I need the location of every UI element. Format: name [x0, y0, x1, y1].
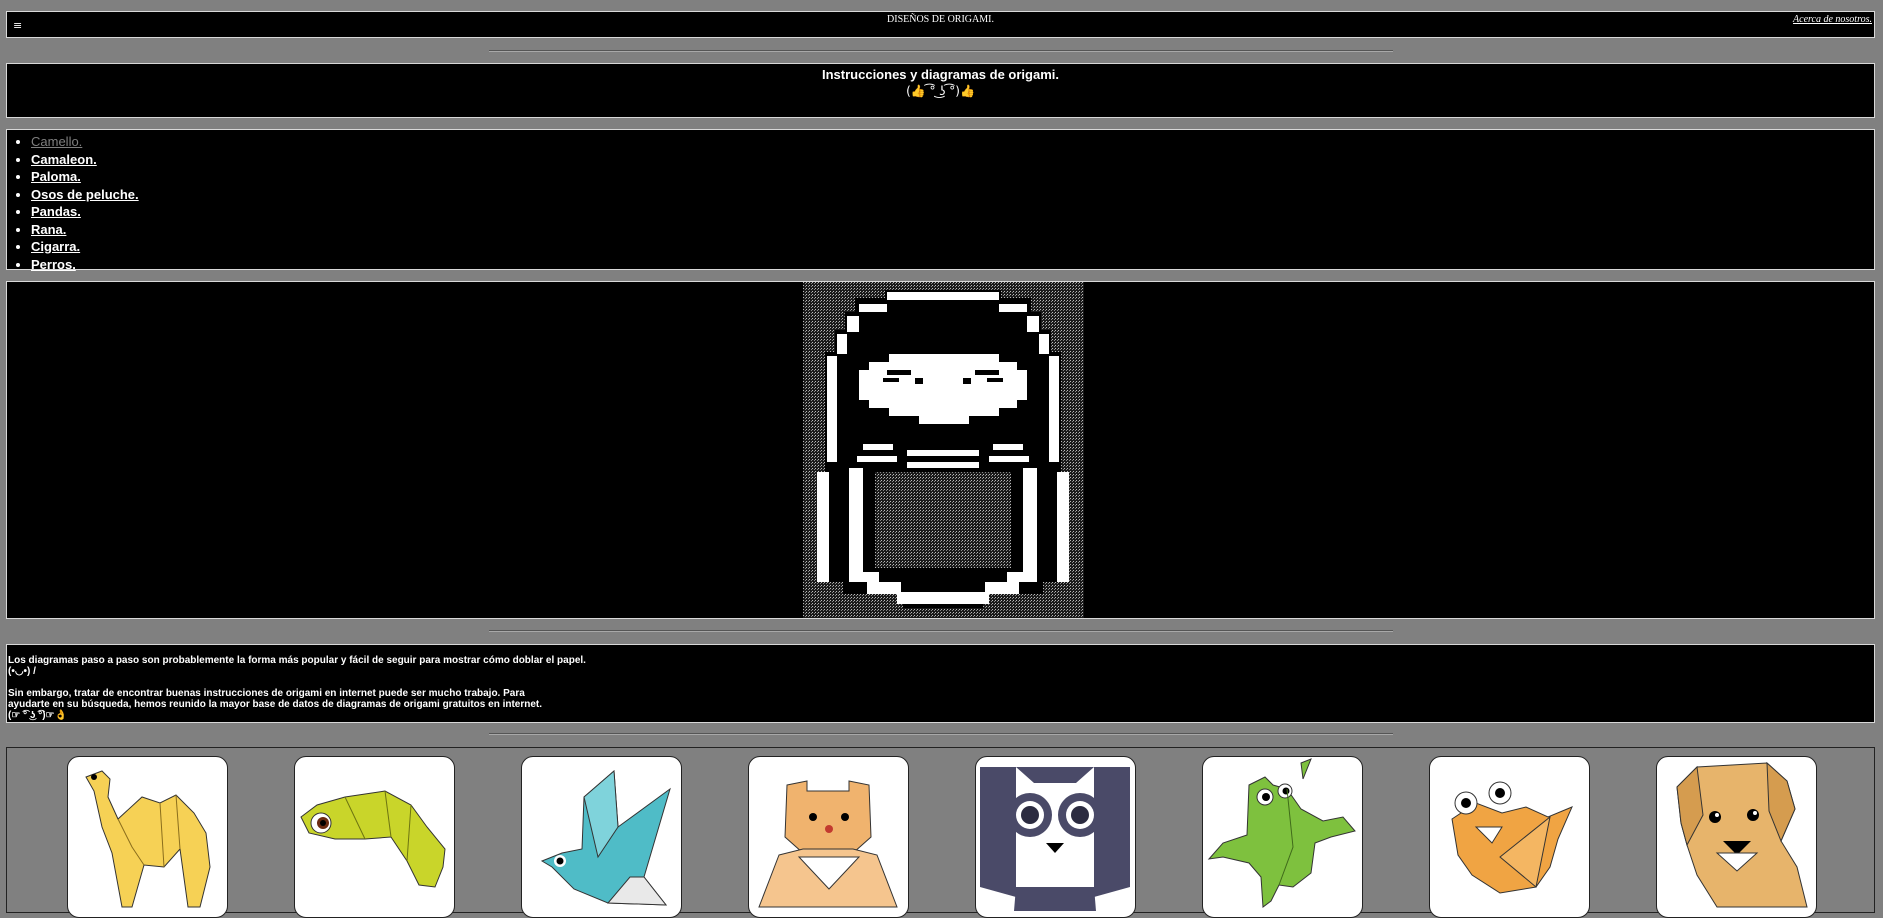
top-bar: ≡ DISEÑOS DE ORIGAMI. Acerca de nosotros… — [6, 11, 1875, 38]
intro-panel: Instrucciones y diagramas de origami. (👍… — [6, 63, 1875, 118]
gallery-card[interactable] — [1429, 756, 1590, 918]
teddy-bear-icon — [758, 780, 898, 908]
intro-title: Instrucciones y diagramas de origami. — [822, 67, 1059, 82]
about-us-link[interactable]: Acerca de nosotros. — [1793, 14, 1872, 25]
chameleon-icon — [300, 790, 446, 888]
nav-link-perros[interactable]: Perros. — [31, 257, 76, 272]
description-paragraph: Sin embargo, tratar de encontrar buenas … — [8, 688, 543, 710]
cicada-icon — [1451, 781, 1573, 894]
nav-link-camello[interactable]: Camello. — [31, 134, 82, 149]
list-item[interactable]: Camaleon. — [31, 151, 1874, 169]
list-item[interactable]: Paloma. — [31, 168, 1874, 186]
nav-link-osos[interactable]: Osos de peluche. — [31, 187, 139, 202]
nav-link-paloma[interactable]: Paloma. — [31, 169, 81, 184]
gallery-card[interactable] — [67, 756, 228, 918]
description-emoticon: (•◡•) / — [8, 666, 36, 677]
origami-gallery — [6, 747, 1875, 918]
description-paragraph: Los diagramas paso a paso son probableme… — [8, 655, 586, 666]
divider — [489, 50, 1393, 52]
nav-link-rana[interactable]: Rana. — [31, 222, 66, 237]
description-emoticon: (☞ ͡° ͜ʖ ͡°)☞👌 — [8, 710, 67, 721]
intro-emoticon: (👍 ͡° ͜ʖ ͡°)👍 — [906, 84, 975, 98]
nav-link-camaleon[interactable]: Camaleon. — [31, 152, 97, 167]
panda-icon — [980, 767, 1130, 911]
divider — [489, 630, 1393, 632]
divider — [489, 733, 1393, 735]
hero-panel — [6, 281, 1875, 619]
camel-icon — [85, 770, 211, 908]
site-title: DISEÑOS DE ORIGAMI. — [887, 14, 994, 25]
frog-icon — [1207, 758, 1356, 908]
list-item[interactable]: Osos de peluche. — [31, 186, 1874, 204]
list-item[interactable]: Rana. — [31, 221, 1874, 239]
dove-icon — [540, 769, 671, 906]
pixel-art-figure — [803, 282, 1084, 618]
gallery-card[interactable] — [975, 756, 1136, 918]
origami-list: Camello. Camaleon. Paloma. Osos de peluc… — [6, 129, 1875, 272]
list-item[interactable]: Camello. — [31, 133, 1874, 151]
dog-icon — [1676, 761, 1808, 908]
list-item[interactable]: Cigarra. — [31, 238, 1874, 256]
nav-link-cigarra[interactable]: Cigarra. — [31, 239, 80, 254]
nav-link-pandas[interactable]: Pandas. — [31, 204, 81, 219]
list-item[interactable]: Pandas. — [31, 203, 1874, 221]
gallery-card[interactable] — [521, 756, 682, 918]
description-panel: Los diagramas paso a paso son probableme… — [6, 644, 1875, 723]
gallery-card[interactable] — [748, 756, 909, 918]
gallery-card[interactable] — [1202, 756, 1363, 918]
gallery-card[interactable] — [294, 756, 455, 918]
list-item[interactable]: Perros. — [31, 256, 1874, 274]
gallery-card[interactable] — [1656, 756, 1817, 918]
